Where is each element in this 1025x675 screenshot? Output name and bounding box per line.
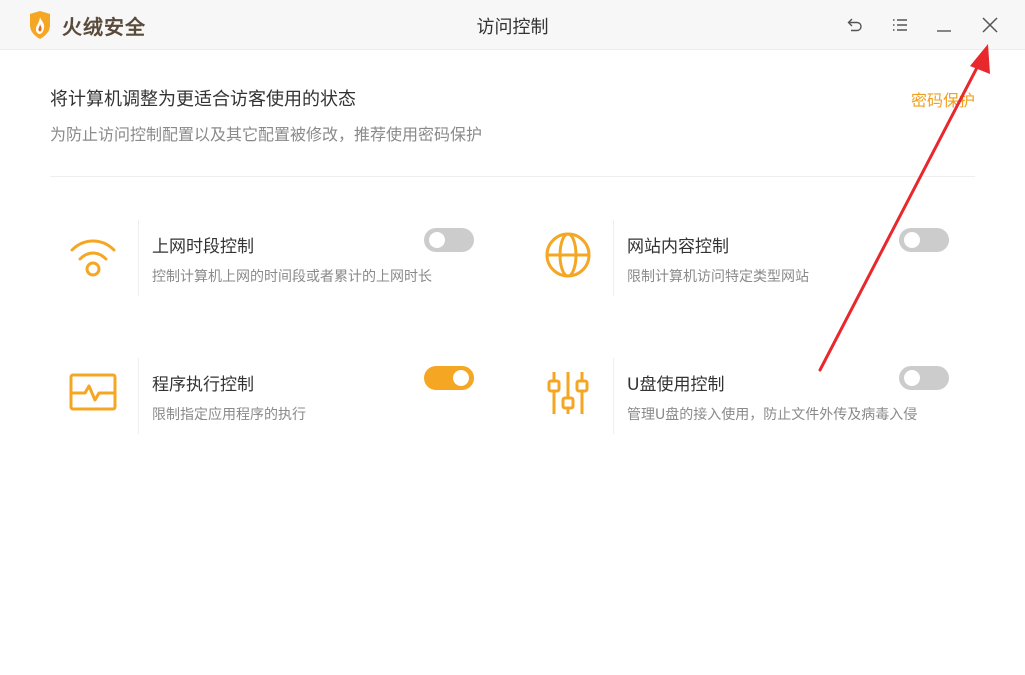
page-subheading: 为防止访问控制配置以及其它配置被修改，推荐使用密码保护: [50, 125, 483, 144]
title-bar: 火绒安全 访问控制: [0, 0, 1025, 50]
feature-card-usb-control: U盘使用控制 管理U盘的接入使用，防止文件外传及病毒入侵: [525, 358, 955, 438]
toggle-knob: [904, 232, 920, 248]
back-button[interactable]: [843, 13, 867, 37]
close-button[interactable]: [978, 13, 1002, 37]
internet-time-toggle[interactable]: [424, 228, 474, 252]
password-protection-link[interactable]: 密码保护: [911, 87, 975, 111]
website-content-toggle[interactable]: [899, 228, 949, 252]
wifi-icon: [70, 239, 116, 277]
feature-description: 限制计算机访问特定类型网站: [627, 269, 809, 285]
feature-card-program-execution: 程序执行控制 限制指定应用程序的执行: [50, 358, 480, 438]
feature-description: 管理U盘的接入使用，防止文件外传及病毒入侵: [627, 407, 918, 423]
toggle-knob: [904, 370, 920, 386]
monitor-pulse-icon: [69, 373, 117, 411]
feature-title: 程序执行控制: [152, 375, 254, 395]
window-title: 访问控制: [476, 17, 549, 38]
feature-title: U盘使用控制: [627, 375, 725, 395]
back-arrow-icon: [847, 18, 862, 32]
feature-description: 控制计算机上网的时间段或者累计的上网时长: [152, 269, 432, 285]
toggle-knob: [453, 370, 469, 386]
page-heading: 将计算机调整为更适合访客使用的状态: [50, 89, 356, 110]
divider: [50, 176, 975, 177]
menu-list-icon: [893, 19, 907, 31]
close-icon: [982, 17, 998, 33]
card-separator: [138, 358, 139, 434]
feature-description: 限制指定应用程序的执行: [152, 407, 306, 423]
card-separator: [613, 220, 614, 296]
usb-control-toggle[interactable]: [899, 366, 949, 390]
program-execution-toggle[interactable]: [424, 366, 474, 390]
minimize-button[interactable]: [932, 13, 956, 37]
card-separator: [613, 358, 614, 434]
feature-title: 网站内容控制: [627, 237, 729, 257]
feature-card-website-content: 网站内容控制 限制计算机访问特定类型网站: [525, 220, 955, 300]
feature-title: 上网时段控制: [152, 237, 254, 257]
sliders-icon: [547, 372, 589, 414]
menu-button[interactable]: [888, 13, 912, 37]
toggle-knob: [429, 232, 445, 248]
card-separator: [138, 220, 139, 296]
minimize-icon: [937, 30, 951, 32]
globe-icon: [545, 232, 591, 278]
feature-card-internet-time: 上网时段控制 控制计算机上网的时间段或者累计的上网时长: [50, 220, 480, 300]
